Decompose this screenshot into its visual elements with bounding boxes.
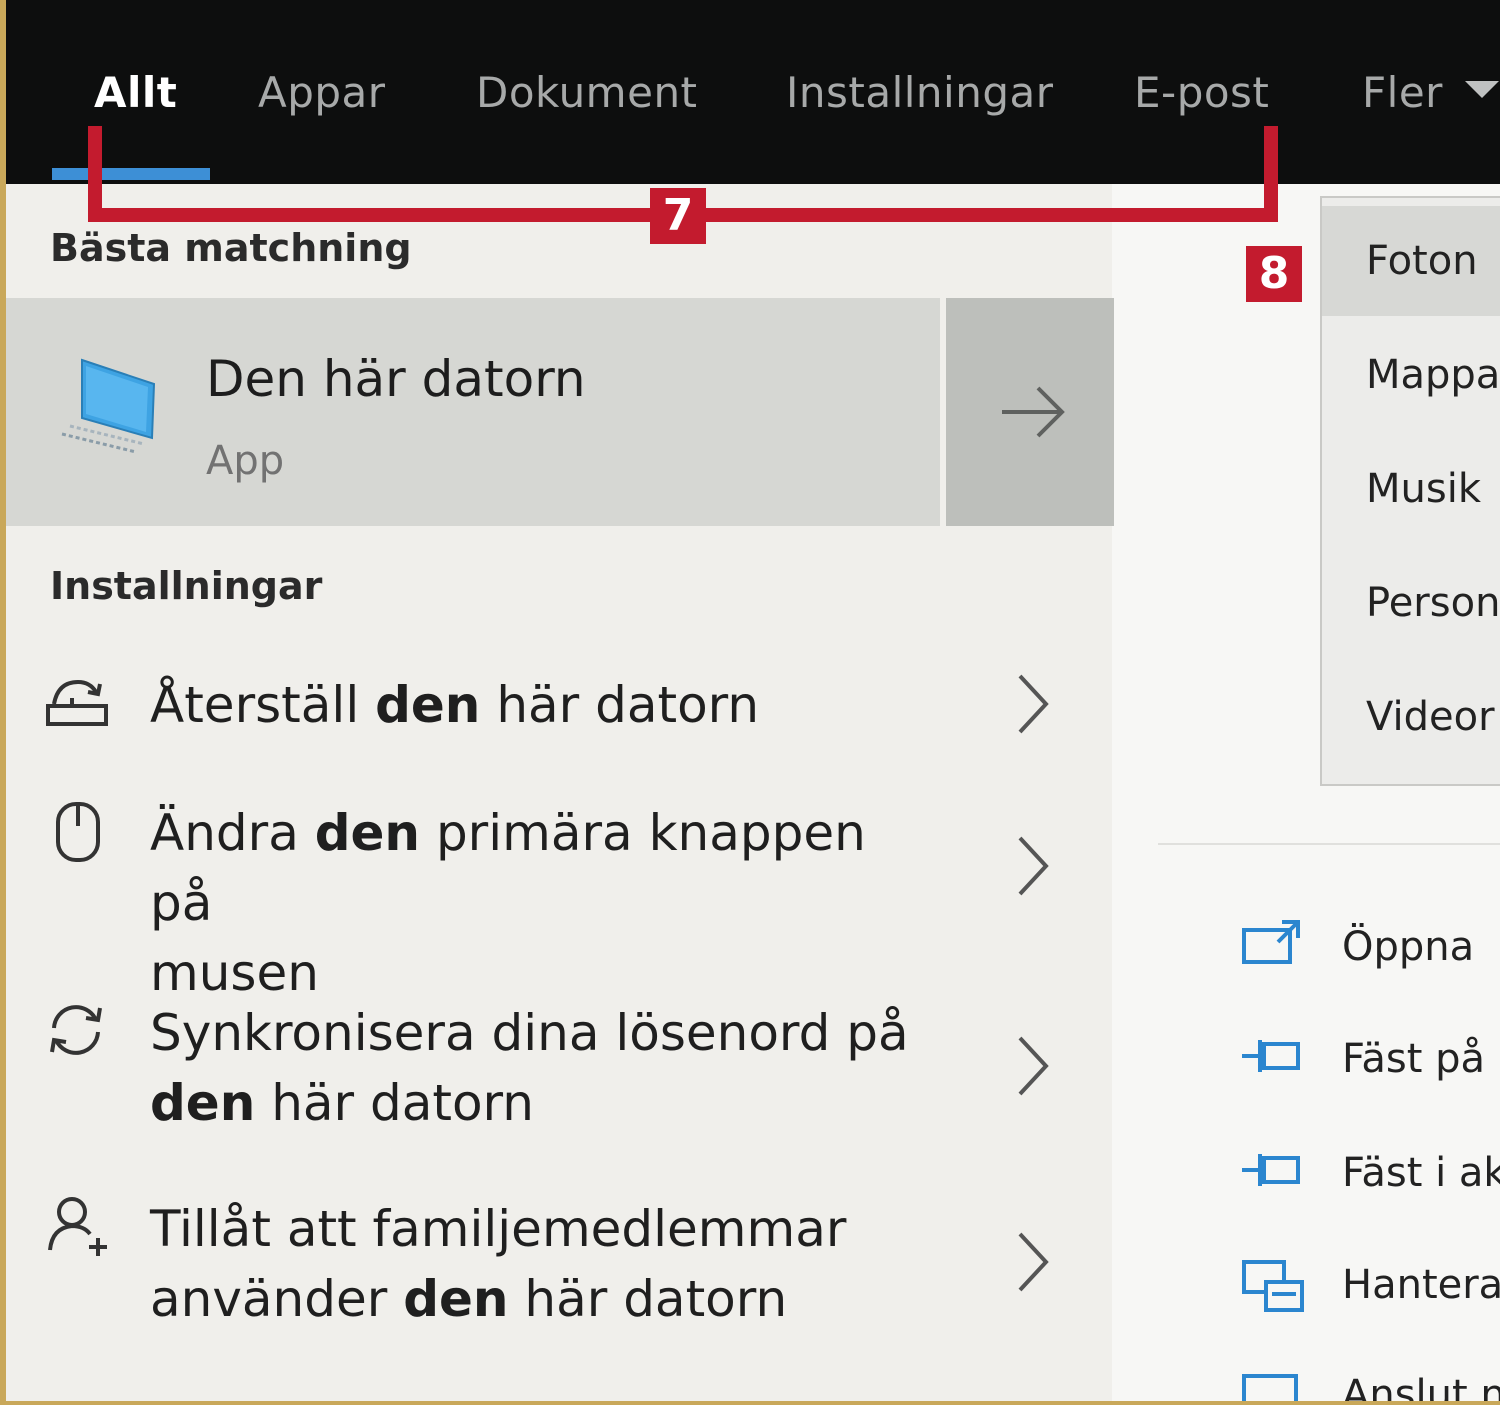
- add-person-icon: [48, 1197, 107, 1256]
- setting-2-line1-bold: den: [314, 804, 421, 862]
- best-match-title: Den här datorn: [206, 350, 586, 408]
- setting-4-line2-post: här datorn: [508, 1270, 788, 1328]
- chevron-right-icon: [1018, 1232, 1049, 1292]
- setting-sync-passwords[interactable]: Synkronisera dina lösenord på den här da…: [6, 998, 1112, 1148]
- setting-3-line2-bold: den: [150, 1074, 256, 1132]
- best-match-subtitle: App: [206, 438, 285, 484]
- tab-fler[interactable]: Fler: [1362, 68, 1499, 117]
- computer-icon: [61, 358, 156, 454]
- setting-1-line1-bold: den: [375, 676, 481, 734]
- setting-2-line2-pre: musen: [150, 944, 319, 1002]
- caret-down-icon: [1464, 81, 1499, 98]
- dropdown-item-videor[interactable]: Videor: [1366, 694, 1495, 740]
- tab-appar[interactable]: Appar: [258, 68, 386, 117]
- reset-pc-icon: [46, 679, 108, 726]
- tab-dokument[interactable]: Dokument: [476, 68, 698, 117]
- best-match-heading: Bästa matchning: [50, 226, 412, 270]
- action-manage[interactable]: Hantera: [1342, 1262, 1500, 1308]
- setting-1-line1-post: här datorn: [480, 676, 760, 734]
- setting-primary-mouse-button[interactable]: Ändra den primära knappen på musen: [6, 798, 1112, 1002]
- dropdown-item-personer[interactable]: Person: [1366, 580, 1500, 626]
- action-open[interactable]: Öppna: [1342, 924, 1474, 970]
- preview-divider: [1158, 843, 1500, 845]
- dropdown-item-musik[interactable]: Musik: [1366, 466, 1481, 512]
- sync-icon: [50, 1005, 102, 1055]
- chevron-right-icon: [1018, 1036, 1049, 1096]
- connect-icon: [1242, 1374, 1298, 1401]
- mouse-icon: [56, 802, 100, 862]
- setting-4-line2-pre: använder: [150, 1270, 404, 1328]
- pin-icon: [1242, 1040, 1300, 1072]
- manage-icon: [1242, 1260, 1304, 1312]
- dropdown-item-mappar[interactable]: Mappa: [1366, 352, 1500, 398]
- setting-3-line1-pre: Synkronisera dina lösenord på: [150, 1004, 909, 1062]
- pin-icon: [1242, 1154, 1300, 1186]
- action-connect[interactable]: Anslut n: [1342, 1372, 1500, 1401]
- settings-heading: Installningar: [50, 564, 323, 608]
- open-icon: [1242, 920, 1300, 964]
- chevron-right-icon: [1018, 674, 1049, 734]
- chevron-right-icon: [1018, 836, 1049, 896]
- fler-dropdown-menu: Foton Mappa Musik Person Videor: [1320, 196, 1500, 786]
- tab-fler-label: Fler: [1362, 68, 1443, 117]
- annotation-badge-7: 7: [650, 188, 706, 244]
- setting-4-line2-bold: den: [403, 1270, 509, 1328]
- tab-e-post[interactable]: E-post: [1134, 68, 1269, 117]
- arrow-right-icon: [1002, 386, 1065, 438]
- setting-4-line1-pre: Tillåt att familjemedlemmar: [150, 1200, 847, 1258]
- dropdown-item-foton[interactable]: Foton: [1366, 238, 1478, 284]
- setting-family-members[interactable]: Tillåt att familjemedlemmar använder den…: [6, 1194, 1112, 1344]
- setting-reset-pc[interactable]: Återställ den här datorn: [6, 660, 1112, 770]
- setting-3-line2-post: här datorn: [255, 1074, 534, 1132]
- tab-allt[interactable]: Allt: [94, 68, 177, 117]
- setting-2-line1-pre: Ändra: [150, 804, 315, 862]
- search-window: Allt Appar Dokument Installningar E-post…: [6, 0, 1500, 1401]
- action-pin-start[interactable]: Fäst på: [1342, 1036, 1485, 1082]
- setting-1-line1-pre: Återställ: [150, 676, 376, 734]
- action-pin-taskbar[interactable]: Fäst i ak: [1342, 1150, 1500, 1196]
- tab-installningar[interactable]: Installningar: [786, 68, 1054, 117]
- annotation-badge-8: 8: [1246, 246, 1302, 302]
- best-match-open-button[interactable]: [946, 298, 1114, 526]
